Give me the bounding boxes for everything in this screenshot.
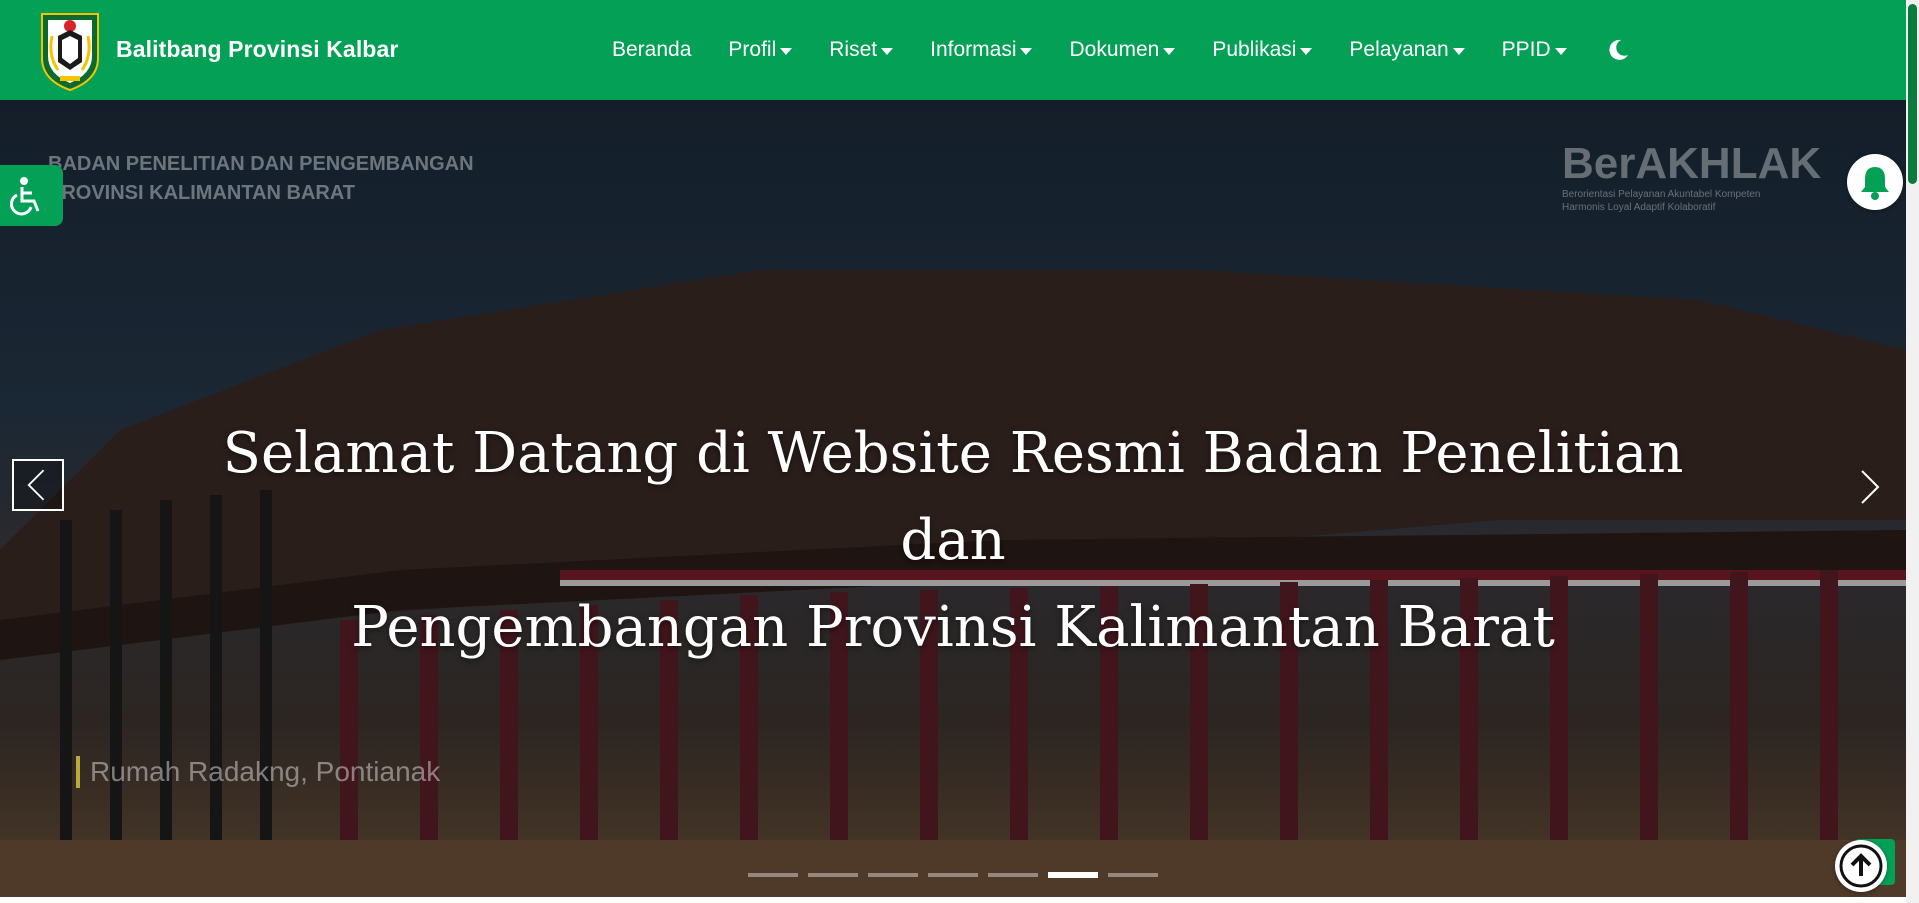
nav-item-informasi[interactable]: Informasi: [930, 38, 1033, 62]
main-menu: Beranda Profil Riset Informasi Dokumen P…: [612, 0, 1630, 100]
berakhlak-line: Berorientasi Pelayanan Akuntabel Kompete…: [1562, 189, 1761, 200]
caret-down-icon: [1020, 47, 1033, 55]
photo-caption: Rumah Radakng, Pontianak: [76, 756, 440, 788]
carousel-indicator[interactable]: [748, 873, 798, 877]
hero-title-line: Selamat Datang di Website Resmi Badan Pe…: [222, 421, 1684, 573]
berakhlak-title: BerAKHLAK: [1562, 139, 1822, 188]
watermark-agency-name: BADAN PENELITIAN DAN PENGEMBANGAN PROVIN…: [48, 150, 474, 208]
hero-title: Selamat Datang di Website Resmi Badan Pe…: [200, 410, 1706, 671]
brand[interactable]: Balitbang Provinsi Kalbar: [38, 6, 398, 92]
carousel-indicator[interactable]: [808, 873, 858, 877]
carousel-indicator[interactable]: [1048, 872, 1098, 878]
caret-down-icon: [1300, 47, 1313, 55]
page-scrollbar[interactable]: [1906, 0, 1919, 903]
carousel-prev-button[interactable]: [12, 459, 64, 511]
caret-down-icon: [1452, 47, 1465, 55]
nav-item-publikasi[interactable]: Publikasi: [1212, 38, 1313, 62]
nav-item-dokumen[interactable]: Dokumen: [1069, 38, 1176, 62]
caret-down-icon: [1554, 47, 1567, 55]
nav-label: PPID: [1501, 38, 1551, 61]
caret-down-icon: [1163, 47, 1176, 55]
carousel-indicator[interactable]: [988, 873, 1038, 877]
nav-label: Informasi: [930, 38, 1017, 61]
nav-label: Dokumen: [1069, 38, 1160, 61]
nav-label: Beranda: [612, 38, 692, 61]
carousel-indicator[interactable]: [928, 873, 978, 877]
hero-title-line: Pengembangan Provinsi Kalimantan Barat: [351, 595, 1555, 660]
carousel-next-button[interactable]: [1852, 465, 1884, 509]
watermark-berakhlak: BerAKHLAK Berorientasi Pelayanan Akuntab…: [1562, 140, 1821, 214]
moon-icon[interactable]: [1606, 38, 1630, 62]
nav-label: Profil: [728, 38, 777, 61]
caret-down-icon: [780, 47, 793, 55]
top-navbar: Balitbang Provinsi Kalbar Beranda Profil…: [0, 0, 1906, 100]
accessibility-button[interactable]: [0, 165, 63, 226]
caret-down-icon: [881, 47, 894, 55]
nav-label: Riset: [829, 38, 878, 61]
bell-icon: [1861, 167, 1889, 200]
watermark-line: BADAN PENELITIAN DAN PENGEMBANGAN: [48, 153, 474, 175]
carousel-indicator[interactable]: [868, 873, 918, 877]
hero-carousel: BADAN PENELITIAN DAN PENGEMBANGAN PROVIN…: [0, 100, 1906, 897]
nav-item-profil[interactable]: Profil: [728, 38, 793, 62]
berakhlak-line: Harmonis Loyal Adaptif Kolaboratif: [1562, 202, 1716, 213]
nav-label: Publikasi: [1212, 38, 1297, 61]
scrollbar-thumb[interactable]: [1908, 4, 1917, 184]
wheelchair-icon: [9, 177, 40, 216]
nav-item-beranda[interactable]: Beranda: [612, 38, 691, 62]
nav-label: Pelayanan: [1349, 38, 1449, 61]
kalbar-emblem-logo: [41, 13, 99, 92]
back-to-top-button[interactable]: [1835, 840, 1887, 892]
carousel-indicator[interactable]: [1108, 873, 1158, 877]
watermark-line: PROVINSI KALIMANTAN BARAT: [48, 182, 356, 204]
nav-item-pelayanan[interactable]: Pelayanan: [1349, 38, 1465, 62]
brand-name[interactable]: Balitbang Provinsi Kalbar: [116, 36, 398, 63]
chevron-left-icon: [27, 469, 45, 501]
nav-item-ppid[interactable]: PPID: [1502, 38, 1567, 62]
chevron-right-icon: [1861, 470, 1880, 504]
carousel-indicators: [748, 872, 1168, 878]
nav-item-riset[interactable]: Riset: [829, 38, 894, 62]
arrow-up-icon: [1839, 844, 1883, 888]
notification-button[interactable]: [1847, 154, 1903, 210]
